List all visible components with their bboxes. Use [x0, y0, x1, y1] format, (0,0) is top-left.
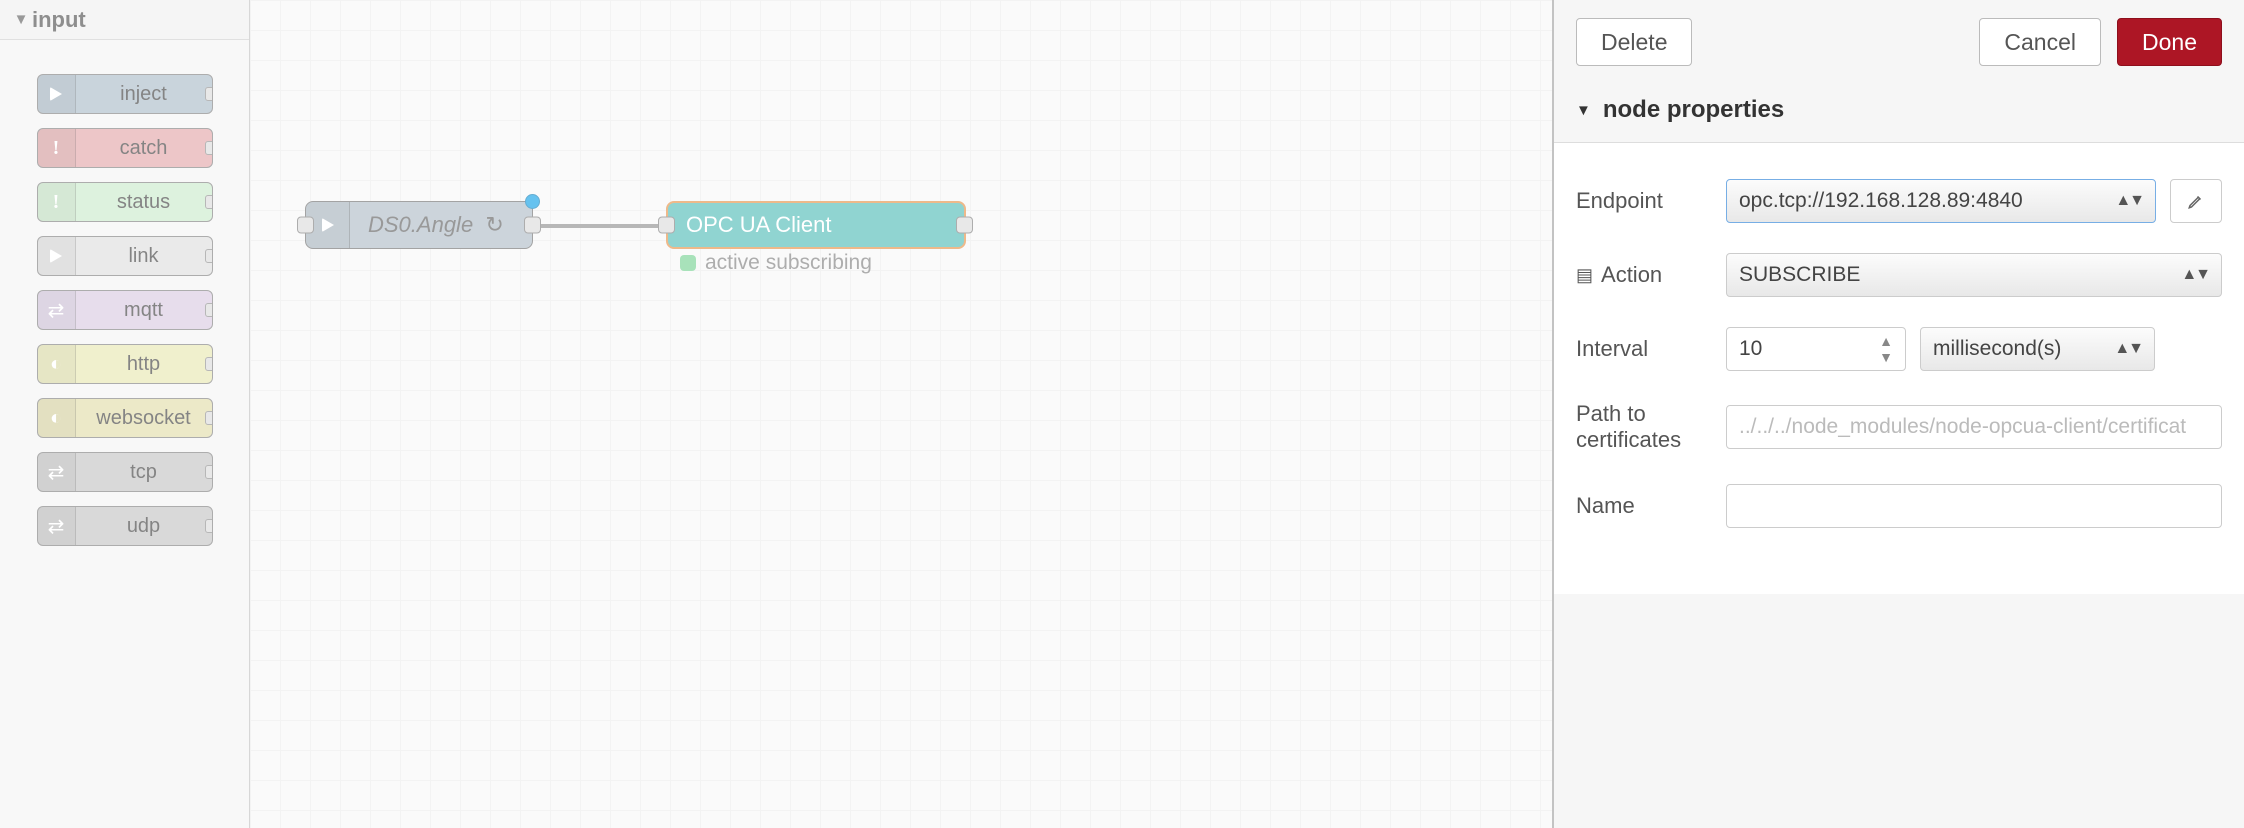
section-header-node-properties[interactable]: ▼ node properties	[1554, 90, 2244, 143]
flow-node-label: DS0.Angle	[368, 212, 473, 237]
palette-node-label: tcp	[76, 461, 212, 484]
flow-node-opcua-client[interactable]: OPC UA Client	[666, 201, 966, 249]
palette-sidebar: ▼ input inject ! catch ! status link ⇄	[0, 0, 250, 828]
globe-icon: ◐	[38, 345, 76, 383]
certpath-input[interactable]	[1726, 405, 2222, 449]
chevron-updown-icon: ▲▼	[2115, 192, 2143, 210]
flow-canvas[interactable]: DS0.Angle ↻ OPC UA Client active subscri…	[250, 0, 1552, 828]
palette-node-udp[interactable]: ⇄ udp	[37, 506, 213, 546]
certpath-label: Path to certificates	[1576, 401, 1726, 454]
palette-node-label: link	[76, 245, 212, 268]
interval-value: 10	[1739, 337, 1762, 361]
list-icon: ▤	[1576, 265, 1593, 286]
endpoint-value: opc.tcp://192.168.128.89:4840	[1739, 189, 2023, 213]
spinner-icon: ▲▼	[1879, 333, 1893, 365]
bridge-icon: ⇄	[38, 507, 76, 545]
action-label: ▤ Action	[1576, 262, 1726, 288]
palette-node-websocket[interactable]: ◐ websocket	[37, 398, 213, 438]
palette-node-label: catch	[76, 137, 212, 160]
flow-node-ds0-angle[interactable]: DS0.Angle ↻	[305, 201, 533, 249]
palette-node-status[interactable]: ! status	[37, 182, 213, 222]
node-status: active subscribing	[680, 251, 872, 275]
palette-node-label: websocket	[76, 407, 212, 430]
palette-node-http[interactable]: ◐ http	[37, 344, 213, 384]
bridge-icon: ⇄	[38, 453, 76, 491]
palette-node-label: inject	[76, 83, 212, 106]
delete-button[interactable]: Delete	[1576, 18, 1692, 66]
edit-panel: Delete Cancel Done ▼ node properties End…	[1552, 0, 2244, 828]
chevron-updown-icon: ▲▼	[2114, 340, 2142, 358]
wire[interactable]	[534, 224, 672, 228]
palette-node-inject[interactable]: inject	[37, 74, 213, 114]
endpoint-select[interactable]: opc.tcp://192.168.128.89:4840 ▲▼	[1726, 179, 2156, 223]
arrow-right-icon	[38, 75, 76, 113]
interval-input[interactable]: 10 ▲▼	[1726, 327, 1906, 371]
palette-node-label: udp	[76, 515, 212, 538]
refresh-icon: ↻	[485, 212, 503, 237]
action-value: SUBSCRIBE	[1739, 263, 1860, 287]
palette-category-header[interactable]: ▼ input	[0, 0, 249, 40]
interval-unit-value: millisecond(s)	[1933, 337, 2061, 361]
palette-node-label: mqtt	[76, 299, 212, 322]
arrow-right-icon	[38, 237, 76, 275]
chevron-down-icon: ▼	[1576, 102, 1591, 119]
chevron-updown-icon: ▲▼	[2181, 266, 2209, 284]
globe-icon: ◐	[38, 399, 76, 437]
pencil-icon	[2187, 192, 2205, 210]
name-label: Name	[1576, 493, 1726, 519]
node-changed-dot-icon	[525, 194, 540, 209]
interval-unit-select[interactable]: millisecond(s) ▲▼	[1920, 327, 2155, 371]
status-dot-icon	[680, 255, 696, 271]
palette-node-label: http	[76, 353, 212, 376]
chevron-down-icon: ▼	[10, 11, 32, 28]
palette-node-tcp[interactable]: ⇄ tcp	[37, 452, 213, 492]
palette-node-link[interactable]: link	[37, 236, 213, 276]
endpoint-label: Endpoint	[1576, 188, 1726, 214]
palette-node-mqtt[interactable]: ⇄ mqtt	[37, 290, 213, 330]
palette-node-catch[interactable]: ! catch	[37, 128, 213, 168]
section-title: node properties	[1603, 96, 1784, 124]
flow-node-label: OPC UA Client	[668, 212, 964, 238]
edit-endpoint-button[interactable]	[2170, 179, 2222, 223]
name-input[interactable]	[1726, 484, 2222, 528]
action-select[interactable]: SUBSCRIBE ▲▼	[1726, 253, 2222, 297]
bridge-icon: ⇄	[38, 291, 76, 329]
exclamation-icon: !	[38, 183, 76, 221]
cancel-button[interactable]: Cancel	[1979, 18, 2101, 66]
node-status-text: active subscribing	[705, 251, 872, 275]
arrow-right-icon	[306, 202, 350, 248]
exclamation-icon: !	[38, 129, 76, 167]
done-button[interactable]: Done	[2117, 18, 2222, 66]
palette-category-label: input	[32, 7, 86, 33]
interval-label: Interval	[1576, 336, 1726, 362]
palette-node-label: status	[76, 191, 212, 214]
